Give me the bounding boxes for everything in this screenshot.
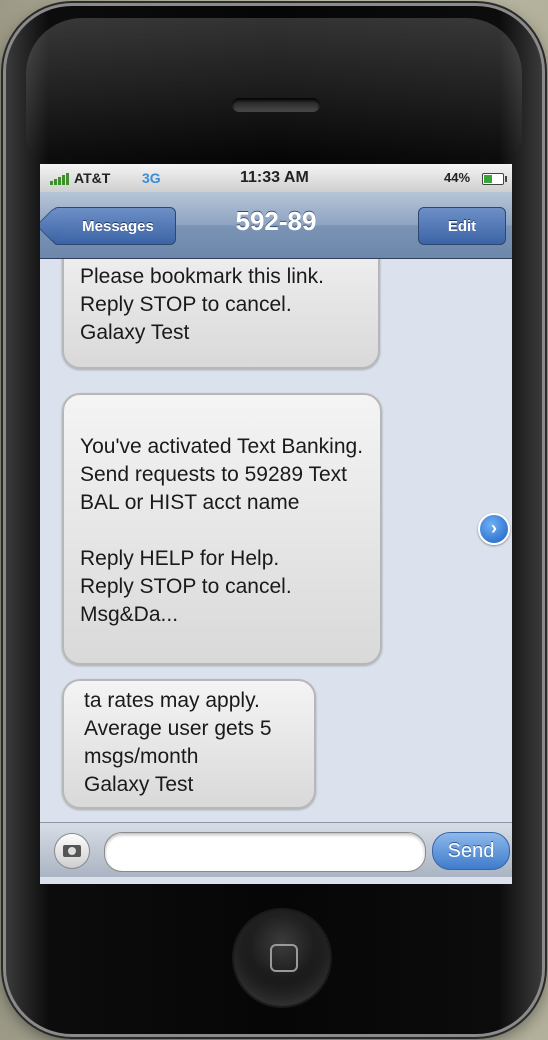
carrier-label: AT&T [74,170,111,186]
send-button[interactable]: Send [432,832,510,870]
edit-button[interactable]: Edit [418,207,506,245]
status-bar: AT&T 3G 11:33 AM 44% [40,164,512,192]
message-bubble: Please bookmark this link. Reply STOP to… [62,259,380,369]
navigation-bar: Messages 592-89 Edit [40,192,512,259]
battery-fill [484,175,492,183]
clock: 11:33 AM [240,169,309,186]
camera-icon[interactable] [54,833,90,869]
chevron-right-icon[interactable]: › [478,513,510,545]
home-square-icon [270,944,298,972]
network-label: 3G [142,170,161,186]
battery-icon [482,173,507,185]
earpiece-speaker [232,98,320,112]
home-button[interactable] [234,910,330,1006]
phone-body: AT&T 3G 11:33 AM 44% Messages 592-89 Edi… [6,6,542,1034]
message-bubble: You've activated Text Banking. Send requ… [62,393,382,665]
message-input[interactable] [104,832,426,872]
message-list[interactable]: Please bookmark this link. Reply STOP to… [40,259,512,819]
battery-percent: 44% [444,170,471,185]
phone-shine [26,18,522,158]
compose-bar: Send [40,822,512,877]
phone-screen: AT&T 3G 11:33 AM 44% Messages 592-89 Edi… [40,164,512,884]
signal-icon [50,173,69,185]
message-bubble: ta rates may apply. Average user gets 5 … [62,679,316,809]
